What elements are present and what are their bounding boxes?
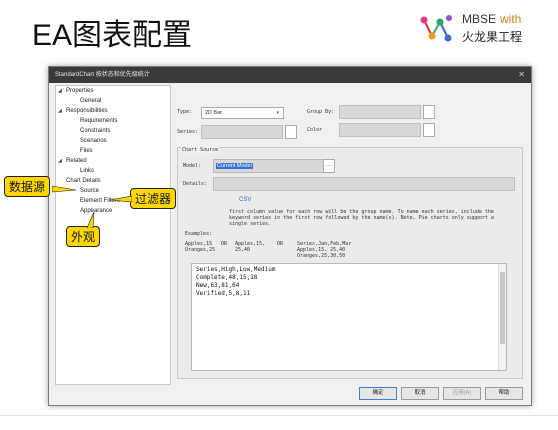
dialog-titlebar: StandardChart 按状态和优先级统计 ✕ bbox=[49, 67, 531, 83]
examples-label: Examples: bbox=[185, 231, 213, 237]
dialog-title: StandardChart 按状态和优先级统计 bbox=[55, 72, 150, 78]
expand-triangle-icon[interactable]: ◢ bbox=[58, 88, 66, 94]
tree-item-scenarios[interactable]: Scenarios bbox=[80, 138, 107, 144]
scrollbar-thumb[interactable] bbox=[500, 272, 505, 344]
example-2: Apples,15, 25,40 bbox=[235, 241, 266, 253]
csv-help-text: first column value for each row will be … bbox=[229, 209, 494, 227]
brand-logo-block: MBSE with 火龙果工程 bbox=[418, 12, 544, 46]
model-browse-button[interactable]: ... bbox=[323, 159, 335, 173]
model-label: Model: bbox=[183, 163, 202, 169]
apply-button[interactable]: 应用(A) bbox=[443, 387, 481, 400]
chart-details-panel: Type: 2D Bar ▾ Group By: Series: Color C… bbox=[173, 85, 525, 383]
tree-item-responsibilities[interactable]: ◢ Responsibilities bbox=[58, 108, 108, 114]
color-label: Color bbox=[307, 127, 323, 133]
tree-item-related[interactable]: ◢ Related bbox=[58, 158, 87, 164]
callout-filter: 过滤器 bbox=[130, 188, 177, 209]
example-3: Series,Jan,Feb,Mar Apples,15, 25,40 Oran… bbox=[297, 241, 352, 259]
close-icon[interactable]: ✕ bbox=[518, 67, 525, 83]
tree-item-requirements[interactable]: Requirements bbox=[80, 118, 117, 124]
chevron-down-icon: ▾ bbox=[276, 110, 279, 116]
tree-item-source[interactable]: Source bbox=[80, 188, 99, 194]
slide-footer-divider bbox=[0, 415, 558, 416]
callout-arrow-icon bbox=[86, 212, 95, 228]
group-by-label: Group By: bbox=[307, 109, 335, 115]
details-label: Details: bbox=[183, 181, 208, 187]
model-field[interactable]: Current Model bbox=[213, 159, 325, 173]
expand-triangle-icon[interactable]: ◢ bbox=[58, 158, 66, 164]
csv-line: Series,High,Low,Medium bbox=[196, 266, 276, 273]
brand-with: with bbox=[500, 12, 522, 26]
brand-mbse: MBSE bbox=[462, 12, 497, 26]
expand-triangle-icon[interactable]: ◢ bbox=[58, 108, 66, 114]
csv-line: New,63,81,64 bbox=[196, 282, 240, 289]
editor-scrollbar[interactable] bbox=[498, 264, 506, 370]
group-by-field[interactable] bbox=[339, 105, 421, 119]
series-label: Series: bbox=[177, 129, 199, 135]
dialog-buttons: 确定 取消 应用(A) 帮助 bbox=[359, 387, 523, 400]
callout-appearance: 外观 bbox=[66, 226, 101, 247]
chart-source-label: Chart Source bbox=[181, 147, 220, 153]
tree-item-general[interactable]: General bbox=[80, 98, 101, 104]
example-or-2: OR bbox=[277, 241, 284, 247]
tree-item-links[interactable]: Links bbox=[80, 168, 94, 174]
source-tabs: CSV bbox=[239, 197, 251, 203]
csv-line: Verified,5,8,11 bbox=[196, 290, 251, 297]
tree-item-properties[interactable]: ◢ Properties bbox=[58, 88, 93, 94]
tree-item-constraints[interactable]: Constraints bbox=[80, 128, 110, 134]
series-button[interactable] bbox=[285, 125, 297, 139]
callout-arrow-icon bbox=[110, 195, 132, 203]
example-1: Apples,15 Oranges,25 bbox=[185, 241, 216, 253]
group-by-button[interactable] bbox=[423, 105, 435, 119]
cancel-button[interactable]: 取消 bbox=[401, 387, 439, 400]
type-label: Type: bbox=[177, 109, 193, 115]
ok-button[interactable]: 确定 bbox=[359, 387, 397, 400]
tree-item-files[interactable]: Files bbox=[80, 148, 93, 154]
series-field[interactable] bbox=[201, 125, 283, 139]
mbse-logo-icon bbox=[420, 15, 452, 42]
callout-data-source: 数据源 bbox=[4, 176, 51, 197]
tab-csv[interactable]: CSV bbox=[239, 197, 251, 203]
details-field[interactable] bbox=[213, 177, 515, 191]
example-or-1: OR bbox=[221, 241, 228, 247]
slide-title: EA图表配置 bbox=[32, 19, 193, 52]
help-button[interactable]: 帮助 bbox=[485, 387, 523, 400]
csv-editor[interactable]: Series,High,Low,Medium Complete,48,15,18… bbox=[191, 263, 507, 371]
callout-arrow-icon bbox=[52, 185, 77, 193]
brand-company: 火龙果工程 bbox=[462, 30, 523, 44]
color-button[interactable] bbox=[423, 123, 435, 137]
color-field[interactable] bbox=[339, 123, 421, 137]
csv-line: Complete,48,15,18 bbox=[196, 274, 258, 281]
chart-properties-dialog: StandardChart 按状态和优先级统计 ✕ ◢ Properties Ge… bbox=[48, 66, 532, 406]
type-select[interactable]: 2D Bar ▾ bbox=[201, 107, 284, 119]
